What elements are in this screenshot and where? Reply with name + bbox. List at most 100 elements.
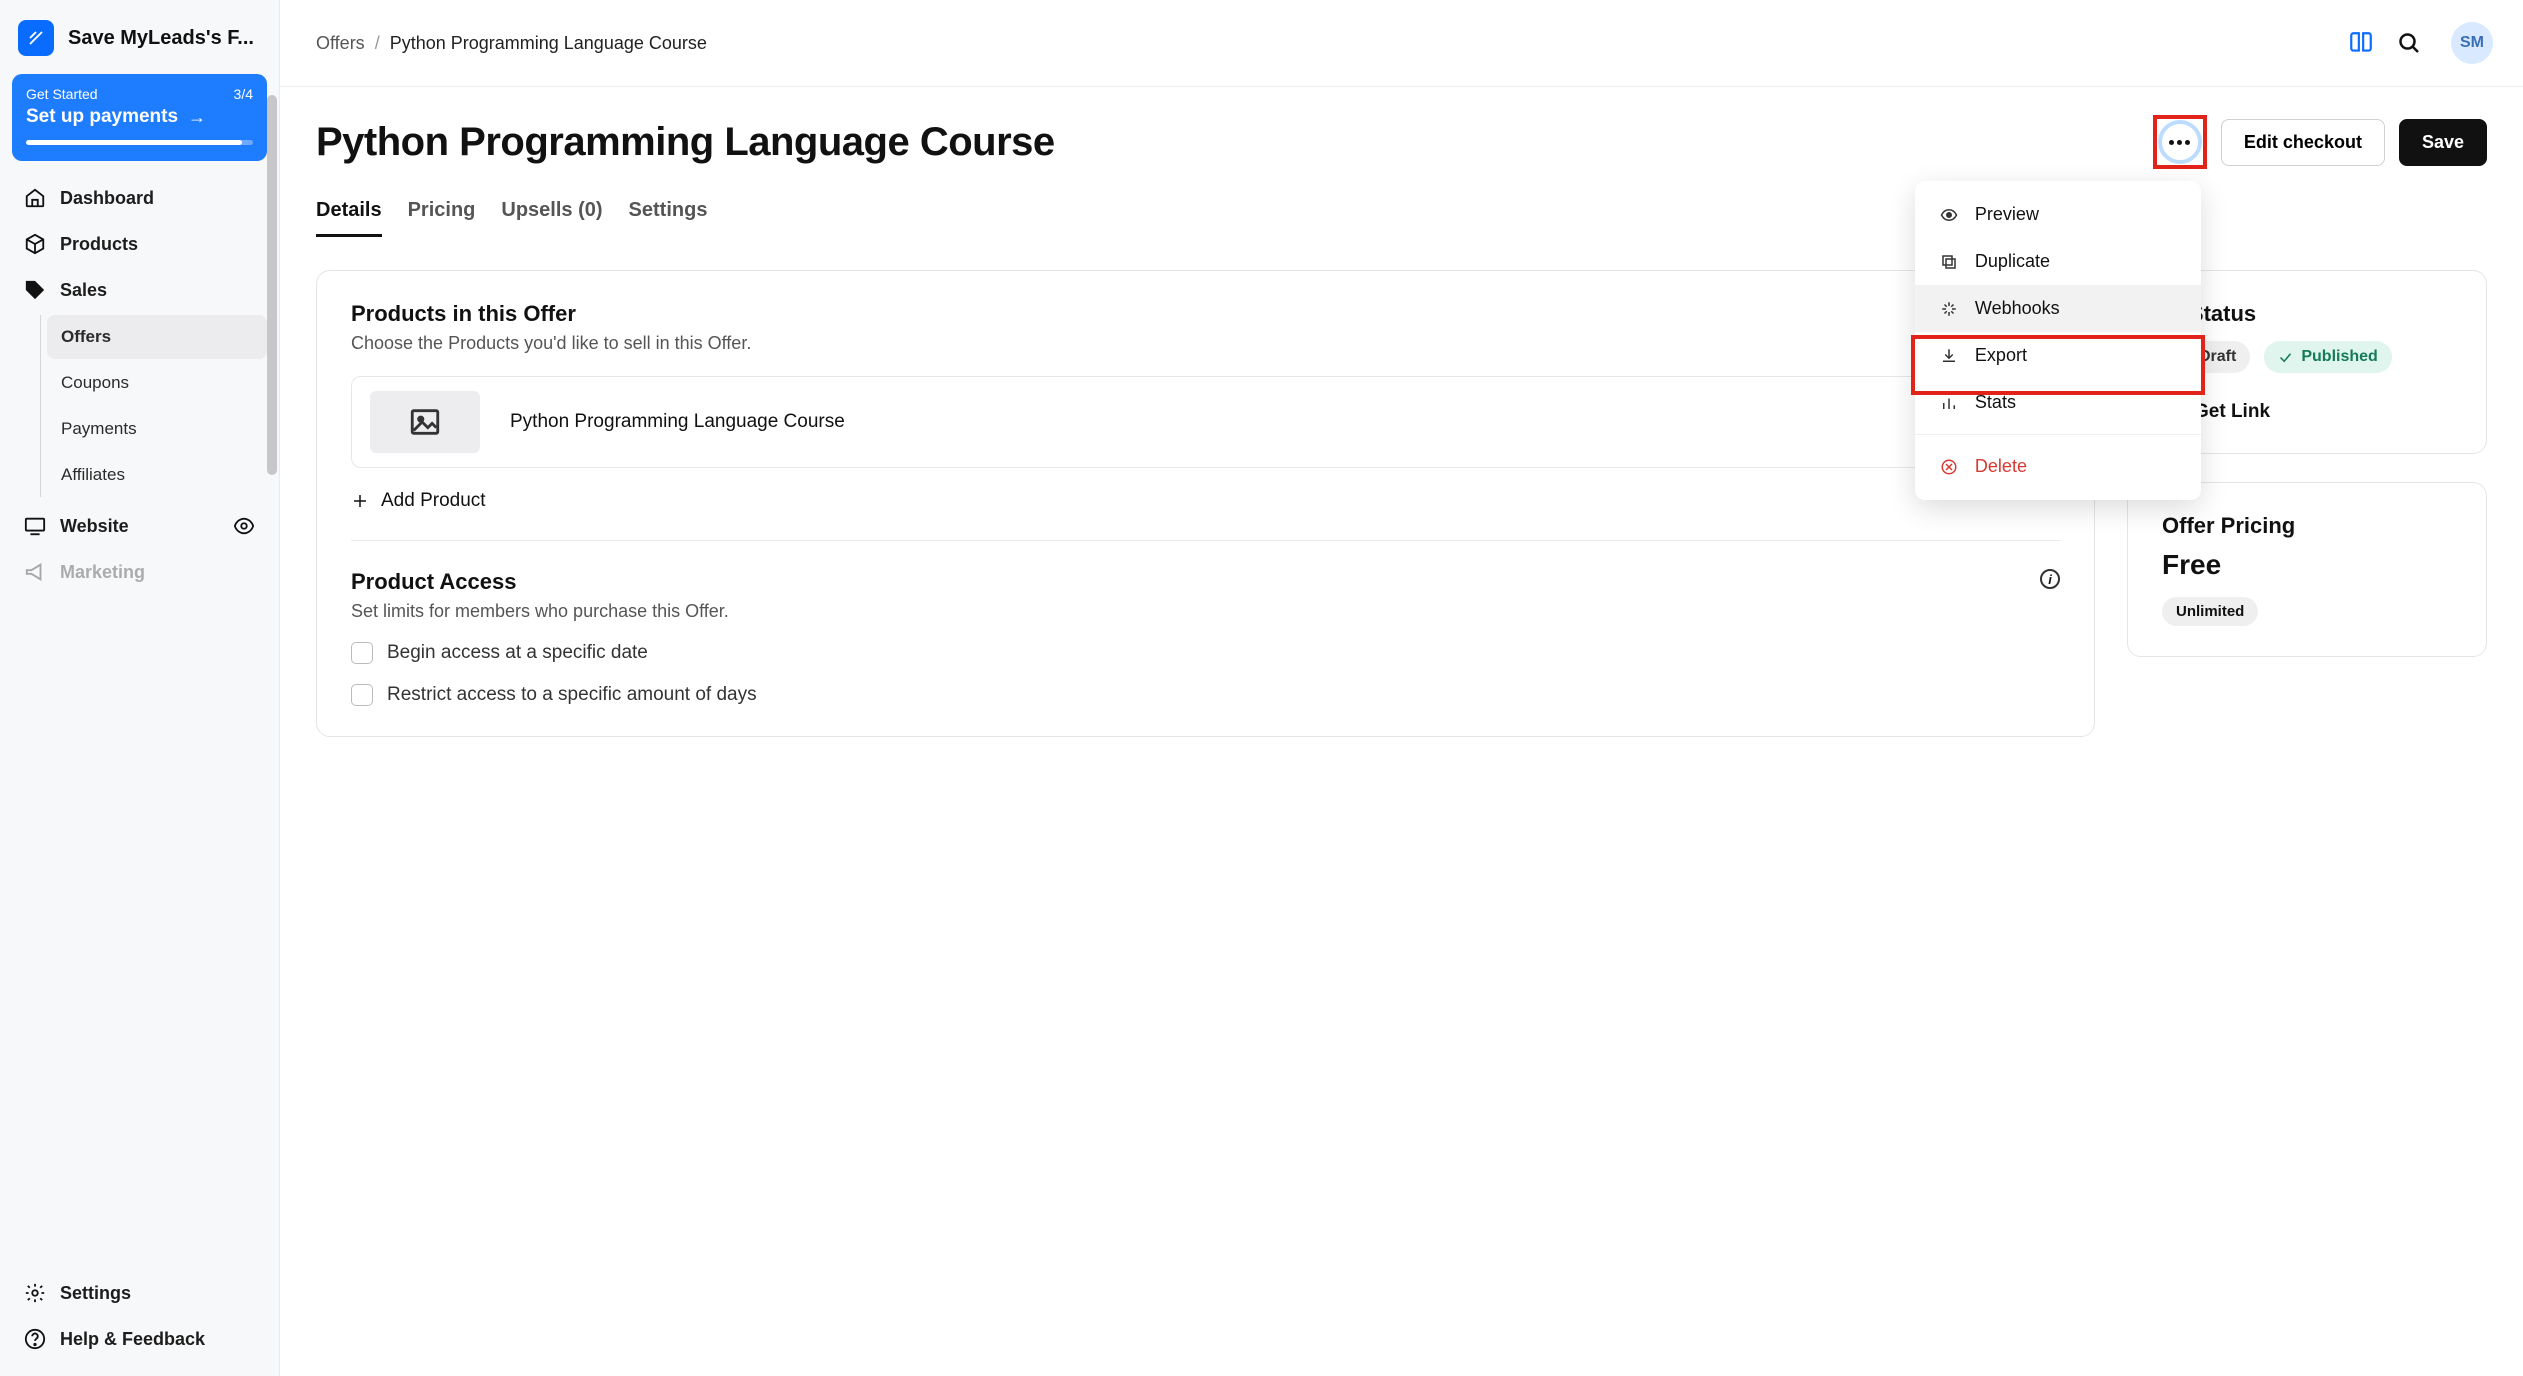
megaphone-icon xyxy=(24,561,46,583)
home-icon xyxy=(24,187,46,209)
nav-marketing-label: Marketing xyxy=(60,562,145,583)
help-icon xyxy=(24,1328,46,1350)
nav-sales-submenu: Offers Coupons Payments Affiliates xyxy=(40,315,267,497)
dropdown-delete[interactable]: Delete xyxy=(1915,443,2201,490)
nav-sales[interactable]: Sales xyxy=(12,267,267,313)
breadcrumb-current: Python Programming Language Course xyxy=(390,33,707,54)
main: Offers / Python Programming Language Cou… xyxy=(280,0,2523,1376)
dropdown-duplicate[interactable]: Duplicate xyxy=(1915,238,2201,285)
dropdown-delete-label: Delete xyxy=(1975,456,2027,477)
more-button[interactable] xyxy=(2158,120,2202,164)
pricing-value: Free xyxy=(2162,549,2452,581)
book-icon[interactable] xyxy=(2347,29,2375,57)
get-started-action: Set up payments xyxy=(26,106,178,128)
dropdown-webhooks-label: Webhooks xyxy=(1975,298,2060,319)
sidebar-nav: Dashboard Products Sales Offers Coupons … xyxy=(0,175,279,1263)
access-opt2-label: Restrict access to a specific amount of … xyxy=(387,684,757,706)
dropdown-export[interactable]: Export xyxy=(1915,332,2201,379)
dropdown-stats-label: Stats xyxy=(1975,392,2016,413)
dots-icon xyxy=(2169,140,2190,145)
products-sub: Choose the Products you'd like to sell i… xyxy=(351,333,2060,354)
nav-settings[interactable]: Settings xyxy=(12,1270,267,1316)
status-title: er Status xyxy=(2162,301,2452,327)
dropdown-webhooks[interactable]: Webhooks xyxy=(1915,285,2201,332)
status-published[interactable]: Published xyxy=(2264,341,2391,373)
image-placeholder-icon xyxy=(370,391,480,453)
nav-products[interactable]: Products xyxy=(12,221,267,267)
nav-settings-label: Settings xyxy=(60,1283,131,1304)
eye-icon xyxy=(1939,205,1959,225)
access-sub: Set limits for members who purchase this… xyxy=(351,601,729,622)
access-opt1-label: Begin access at a specific date xyxy=(387,642,648,664)
nav-offers[interactable]: Offers xyxy=(47,315,267,359)
plus-icon xyxy=(351,492,369,510)
copy-icon xyxy=(1939,252,1959,272)
nav-website-label: Website xyxy=(60,516,129,537)
breadcrumb-sep: / xyxy=(375,33,380,54)
tab-settings[interactable]: Settings xyxy=(629,191,708,237)
get-started-progressbar xyxy=(26,140,253,145)
get-link-button[interactable]: Get Link xyxy=(2162,401,2452,423)
access-opt1-row[interactable]: Begin access at a specific date xyxy=(351,642,2060,664)
dropdown-preview[interactable]: Preview xyxy=(1915,191,2201,238)
nav-dashboard-label: Dashboard xyxy=(60,188,154,209)
sidebar-header: Save MyLeads's F... xyxy=(0,0,279,74)
dropdown-stats[interactable]: Stats xyxy=(1915,379,2201,426)
access-opt2-checkbox[interactable] xyxy=(351,684,373,706)
nav-affiliates[interactable]: Affiliates xyxy=(47,453,267,497)
save-button[interactable]: Save xyxy=(2399,119,2487,166)
tag-icon xyxy=(24,279,46,301)
nav-website[interactable]: Website xyxy=(12,503,267,549)
nav-sales-label: Sales xyxy=(60,280,107,301)
content: Python Programming Language Course Previ… xyxy=(280,87,2523,1376)
nav-products-label: Products xyxy=(60,234,138,255)
brand-logo[interactable] xyxy=(18,20,54,56)
product-row[interactable]: Python Programming Language Course xyxy=(351,376,2060,468)
nav-coupons[interactable]: Coupons xyxy=(47,361,267,405)
status-published-label: Published xyxy=(2301,348,2377,366)
products-title: Products in this Offer xyxy=(351,301,2060,327)
status-draft-label: Draft xyxy=(2199,348,2236,366)
breadcrumb-root[interactable]: Offers xyxy=(316,33,365,54)
access-title: Product Access xyxy=(351,569,729,595)
dropdown-duplicate-label: Duplicate xyxy=(1975,251,2050,272)
nav-help[interactable]: Help & Feedback xyxy=(12,1316,267,1362)
delete-icon xyxy=(1939,457,1959,477)
tab-pricing[interactable]: Pricing xyxy=(408,191,476,237)
nav-payments[interactable]: Payments xyxy=(47,407,267,451)
download-icon xyxy=(1939,346,1959,366)
sidebar: Save MyLeads's F... Get Started 3/4 Set … xyxy=(0,0,280,1376)
access-opt1-checkbox[interactable] xyxy=(351,642,373,664)
pricing-title: Offer Pricing xyxy=(2162,513,2452,539)
sidebar-footer: Settings Help & Feedback xyxy=(0,1263,279,1376)
brand-name[interactable]: Save MyLeads's F... xyxy=(68,27,254,50)
gear-icon xyxy=(24,1282,46,1304)
user-avatar[interactable]: SM xyxy=(2451,22,2493,64)
info-icon[interactable]: i xyxy=(2040,569,2060,589)
tab-details[interactable]: Details xyxy=(316,191,382,237)
get-started-label: Get Started xyxy=(26,86,98,102)
edit-checkout-button[interactable]: Edit checkout xyxy=(2221,119,2385,166)
pricing-unlimited: Unlimited xyxy=(2162,597,2258,626)
more-dropdown: Preview Duplicate Webhooks Export xyxy=(1915,181,2201,500)
monitor-icon xyxy=(24,515,46,537)
arrow-right-icon: → xyxy=(188,107,206,128)
eye-icon[interactable] xyxy=(233,515,255,537)
access-opt2-row[interactable]: Restrict access to a specific amount of … xyxy=(351,684,2060,706)
dropdown-preview-label: Preview xyxy=(1975,204,2039,225)
webhook-icon xyxy=(1939,299,1959,319)
get-started-card[interactable]: Get Started 3/4 Set up payments → xyxy=(12,74,267,161)
search-icon[interactable] xyxy=(2395,29,2423,57)
tab-upsells[interactable]: Upsells (0) xyxy=(501,191,602,237)
topbar: Offers / Python Programming Language Cou… xyxy=(280,0,2523,87)
product-name: Python Programming Language Course xyxy=(510,411,845,433)
nav-dashboard[interactable]: Dashboard xyxy=(12,175,267,221)
products-panel: Products in this Offer Choose the Produc… xyxy=(316,270,2095,737)
page-title: Python Programming Language Course xyxy=(316,120,2139,165)
sidebar-scrollbar[interactable] xyxy=(267,95,279,665)
breadcrumb: Offers / Python Programming Language Cou… xyxy=(316,33,707,54)
add-product-button[interactable]: Add Product xyxy=(351,490,2060,512)
pricing-panel: Offer Pricing Free Unlimited xyxy=(2127,482,2487,657)
nav-marketing[interactable]: Marketing xyxy=(12,549,267,595)
nav-help-label: Help & Feedback xyxy=(60,1329,205,1350)
